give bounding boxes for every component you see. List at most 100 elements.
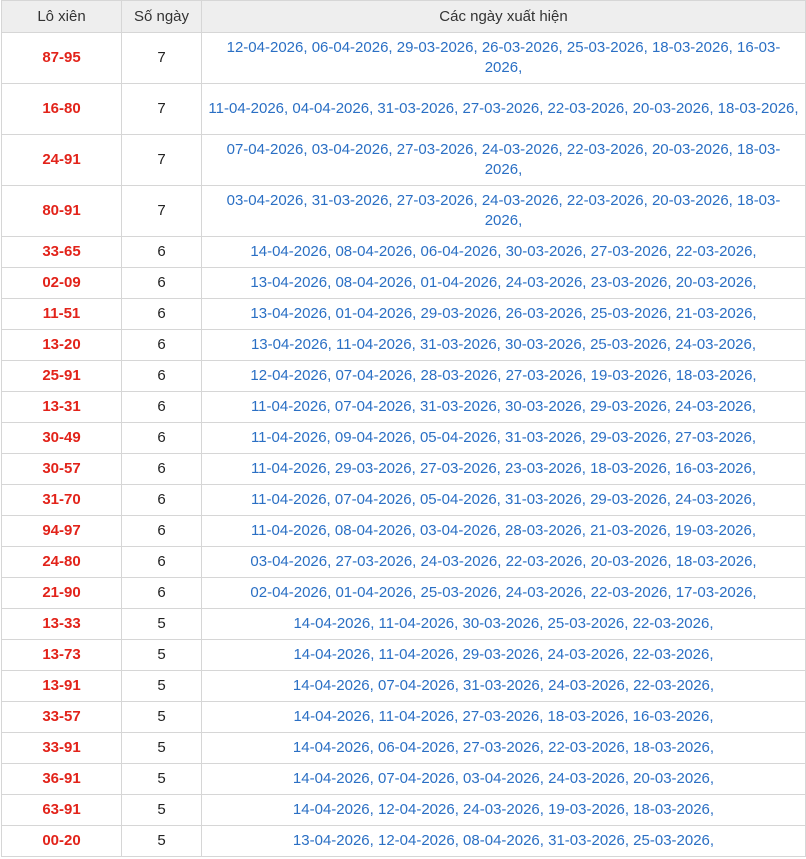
pair-cell: 21-90 [1, 577, 122, 609]
header-pair: Lô xiên [1, 0, 122, 33]
count-cell: 6 [121, 577, 202, 609]
dates-cell: 03-04-2026, 27-03-2026, 24-03-2026, 22-0… [201, 546, 806, 578]
dates-cell: 14-04-2026, 11-04-2026, 30-03-2026, 25-0… [201, 608, 806, 640]
table-row: 94-97 6 11-04-2026, 08-04-2026, 03-04-2026… [1, 515, 806, 547]
table-row: 30-49 6 11-04-2026, 09-04-2026, 05-04-2026… [1, 422, 806, 454]
pair-cell: 16-80 [1, 83, 122, 135]
count-cell: 5 [121, 670, 202, 702]
dates-cell: 14-04-2026, 12-04-2026, 24-03-2026, 19-0… [201, 794, 806, 826]
pair-cell: 94-97 [1, 515, 122, 547]
table-row: 36-91 5 14-04-2026, 07-04-2026, 03-04-2026… [1, 763, 806, 795]
dates-cell: 11-04-2026, 29-03-2026, 27-03-2026, 23-0… [201, 453, 806, 485]
table-row: 33-65 6 14-04-2026, 08-04-2026, 06-04-2026… [1, 236, 806, 268]
pair-cell: 25-91 [1, 360, 122, 392]
table-row: 13-91 5 14-04-2026, 07-04-2026, 31-03-2026… [1, 670, 806, 702]
header-count: Số ngày [121, 0, 202, 33]
pair-cell: 24-91 [1, 134, 122, 186]
dates-cell: 14-04-2026, 11-04-2026, 27-03-2026, 18-0… [201, 701, 806, 733]
pair-cell: 87-95 [1, 32, 122, 84]
table-body: 87-95 7 12-04-2026, 06-04-2026, 29-03-2026… [1, 32, 806, 857]
dates-cell: 14-04-2026, 11-04-2026, 29-03-2026, 24-0… [201, 639, 806, 671]
count-cell: 5 [121, 701, 202, 733]
count-cell: 6 [121, 515, 202, 547]
pair-cell: 80-91 [1, 185, 122, 237]
pair-cell: 30-57 [1, 453, 122, 485]
pair-cell: 30-49 [1, 422, 122, 454]
dates-cell: 13-04-2026, 11-04-2026, 31-03-2026, 30-0… [201, 329, 806, 361]
count-cell: 5 [121, 732, 202, 764]
dates-cell: 11-04-2026, 08-04-2026, 03-04-2026, 28-0… [201, 515, 806, 547]
dates-cell: 14-04-2026, 08-04-2026, 06-04-2026, 30-0… [201, 236, 806, 268]
count-cell: 7 [121, 185, 202, 237]
table-row: 63-91 5 14-04-2026, 12-04-2026, 24-03-2026… [1, 794, 806, 826]
table-row: 13-33 5 14-04-2026, 11-04-2026, 30-03-2026… [1, 608, 806, 640]
dates-cell: 11-04-2026, 07-04-2026, 05-04-2026, 31-0… [201, 484, 806, 516]
dates-cell: 13-04-2026, 12-04-2026, 08-04-2026, 31-0… [201, 825, 806, 857]
count-cell: 5 [121, 639, 202, 671]
pair-cell: 13-20 [1, 329, 122, 361]
count-cell: 7 [121, 32, 202, 84]
count-cell: 6 [121, 298, 202, 330]
table-row: 87-95 7 12-04-2026, 06-04-2026, 29-03-2026… [1, 32, 806, 84]
pair-cell: 11-51 [1, 298, 122, 330]
table-row: 11-51 6 13-04-2026, 01-04-2026, 29-03-2026… [1, 298, 806, 330]
pair-cell: 33-65 [1, 236, 122, 268]
count-cell: 6 [121, 236, 202, 268]
table-row: 13-20 6 13-04-2026, 11-04-2026, 31-03-2026… [1, 329, 806, 361]
table-header-row: Lô xiên Số ngày Các ngày xuất hiện [1, 0, 806, 33]
pair-cell: 33-57 [1, 701, 122, 733]
count-cell: 7 [121, 134, 202, 186]
pair-cell: 13-31 [1, 391, 122, 423]
table-row: 25-91 6 12-04-2026, 07-04-2026, 28-03-2026… [1, 360, 806, 392]
count-cell: 5 [121, 608, 202, 640]
pair-cell: 36-91 [1, 763, 122, 795]
pair-cell: 13-91 [1, 670, 122, 702]
count-cell: 6 [121, 422, 202, 454]
dates-cell: 13-04-2026, 01-04-2026, 29-03-2026, 26-0… [201, 298, 806, 330]
table-row: 33-57 5 14-04-2026, 11-04-2026, 27-03-2026… [1, 701, 806, 733]
dates-cell: 11-04-2026, 09-04-2026, 05-04-2026, 31-0… [201, 422, 806, 454]
count-cell: 6 [121, 391, 202, 423]
count-cell: 6 [121, 484, 202, 516]
count-cell: 5 [121, 763, 202, 795]
table-row: 00-20 5 13-04-2026, 12-04-2026, 08-04-2026… [1, 825, 806, 857]
dates-cell: 12-04-2026, 06-04-2026, 29-03-2026, 26-0… [201, 32, 806, 84]
header-dates: Các ngày xuất hiện [201, 0, 806, 33]
count-cell: 6 [121, 267, 202, 299]
table-row: 13-73 5 14-04-2026, 11-04-2026, 29-03-2026… [1, 639, 806, 671]
table-row: 24-80 6 03-04-2026, 27-03-2026, 24-03-2026… [1, 546, 806, 578]
pair-cell: 13-73 [1, 639, 122, 671]
dates-cell: 12-04-2026, 07-04-2026, 28-03-2026, 27-0… [201, 360, 806, 392]
count-cell: 6 [121, 360, 202, 392]
pair-cell: 63-91 [1, 794, 122, 826]
dates-cell: 03-04-2026, 31-03-2026, 27-03-2026, 24-0… [201, 185, 806, 237]
dates-cell: 14-04-2026, 06-04-2026, 27-03-2026, 22-0… [201, 732, 806, 764]
pair-cell: 13-33 [1, 608, 122, 640]
dates-cell: 11-04-2026, 04-04-2026, 31-03-2026, 27-0… [201, 83, 806, 135]
dates-cell: 14-04-2026, 07-04-2026, 03-04-2026, 24-0… [201, 763, 806, 795]
table-row: 30-57 6 11-04-2026, 29-03-2026, 27-03-2026… [1, 453, 806, 485]
dates-cell: 07-04-2026, 03-04-2026, 27-03-2026, 24-0… [201, 134, 806, 186]
lo-xien-table: Lô xiên Số ngày Các ngày xuất hiện 87-95… [1, 0, 806, 857]
count-cell: 5 [121, 794, 202, 826]
table-row: 21-90 6 02-04-2026, 01-04-2026, 25-03-2026… [1, 577, 806, 609]
table-row: 33-91 5 14-04-2026, 06-04-2026, 27-03-2026… [1, 732, 806, 764]
table-row: 13-31 6 11-04-2026, 07-04-2026, 31-03-2026… [1, 391, 806, 423]
table-row: 16-80 7 11-04-2026, 04-04-2026, 31-03-2026… [1, 83, 806, 135]
table-row: 80-91 7 03-04-2026, 31-03-2026, 27-03-2026… [1, 185, 806, 237]
dates-cell: 13-04-2026, 08-04-2026, 01-04-2026, 24-0… [201, 267, 806, 299]
table-row: 02-09 6 13-04-2026, 08-04-2026, 01-04-2026… [1, 267, 806, 299]
count-cell: 6 [121, 329, 202, 361]
count-cell: 5 [121, 825, 202, 857]
dates-cell: 14-04-2026, 07-04-2026, 31-03-2026, 24-0… [201, 670, 806, 702]
table-row: 24-91 7 07-04-2026, 03-04-2026, 27-03-2026… [1, 134, 806, 186]
pair-cell: 33-91 [1, 732, 122, 764]
pair-cell: 24-80 [1, 546, 122, 578]
dates-cell: 02-04-2026, 01-04-2026, 25-03-2026, 24-0… [201, 577, 806, 609]
pair-cell: 31-70 [1, 484, 122, 516]
count-cell: 6 [121, 546, 202, 578]
pair-cell: 02-09 [1, 267, 122, 299]
count-cell: 6 [121, 453, 202, 485]
pair-cell: 00-20 [1, 825, 122, 857]
table-row: 31-70 6 11-04-2026, 07-04-2026, 05-04-2026… [1, 484, 806, 516]
